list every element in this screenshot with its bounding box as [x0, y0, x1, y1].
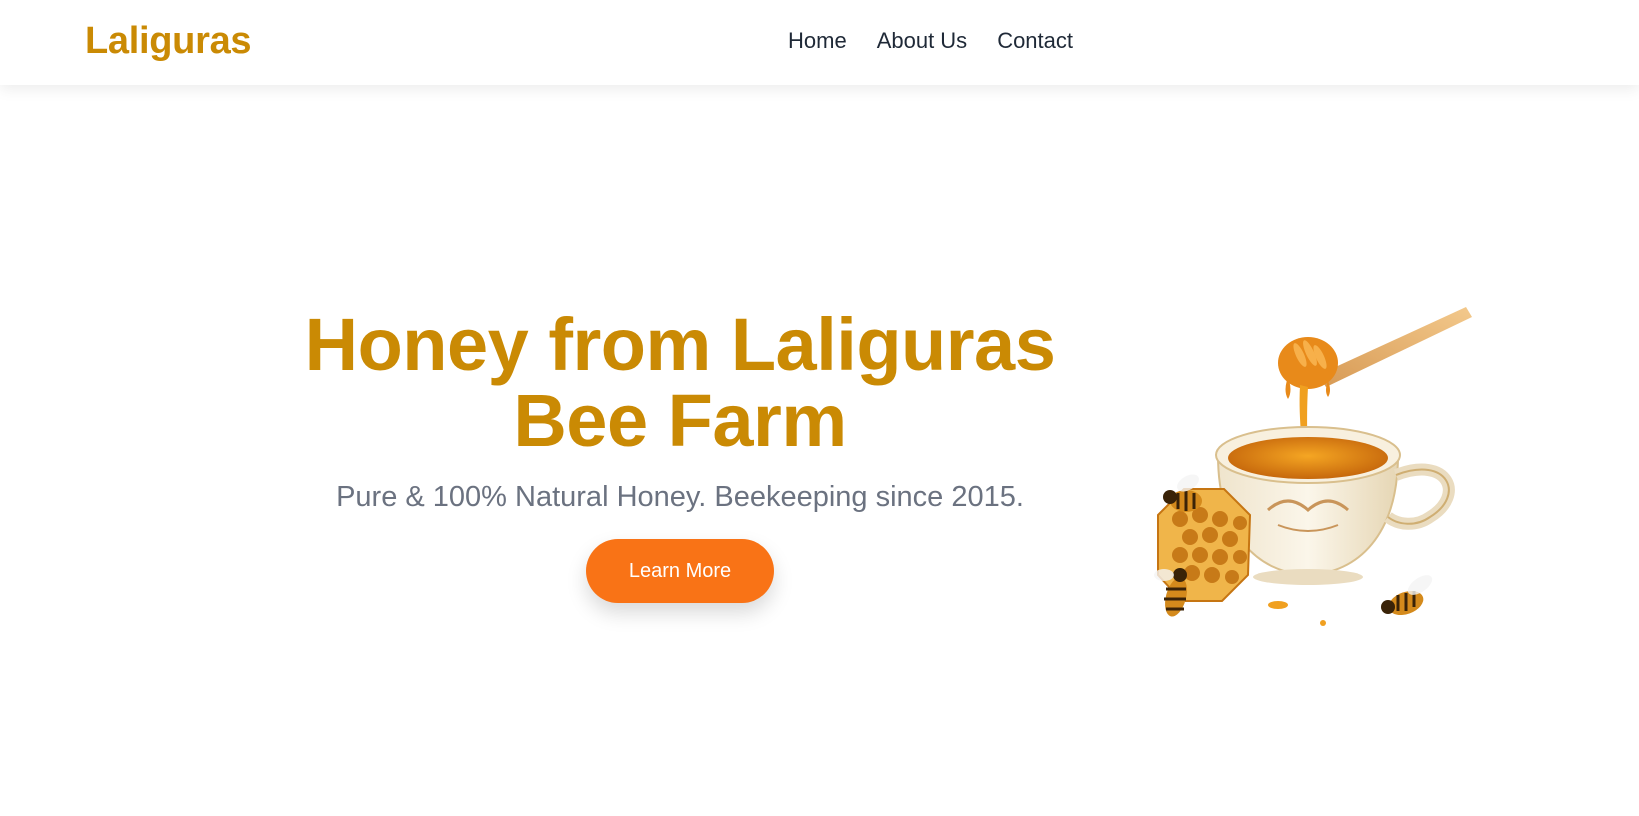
navbar: Laliguras Home About Us Contact	[0, 0, 1639, 85]
hero-title: Honey from Laliguras Bee Farm	[230, 307, 1130, 459]
hero-subtitle: Pure & 100% Natural Honey. Beekeeping si…	[336, 481, 1024, 513]
learn-more-button[interactable]: Learn More	[586, 539, 774, 603]
honey-cup-with-bees-illustration	[1154, 307, 1472, 626]
nav-links: Home About Us Contact	[788, 28, 1073, 54]
nav-link-contact[interactable]: Contact	[997, 28, 1073, 54]
brand-logo[interactable]: Laliguras	[85, 20, 252, 63]
hero-section: Honey from Laliguras Bee Farm Pure & 100…	[0, 85, 1639, 816]
nav-link-about-us[interactable]: About Us	[877, 28, 968, 54]
nav-link-home[interactable]: Home	[788, 28, 847, 54]
hero-title-line2: Bee Farm	[513, 379, 847, 462]
hero-title-line1: Honey from Laliguras	[304, 303, 1056, 386]
hero-text: Honey from Laliguras Bee Farm Pure & 100…	[230, 307, 1130, 603]
